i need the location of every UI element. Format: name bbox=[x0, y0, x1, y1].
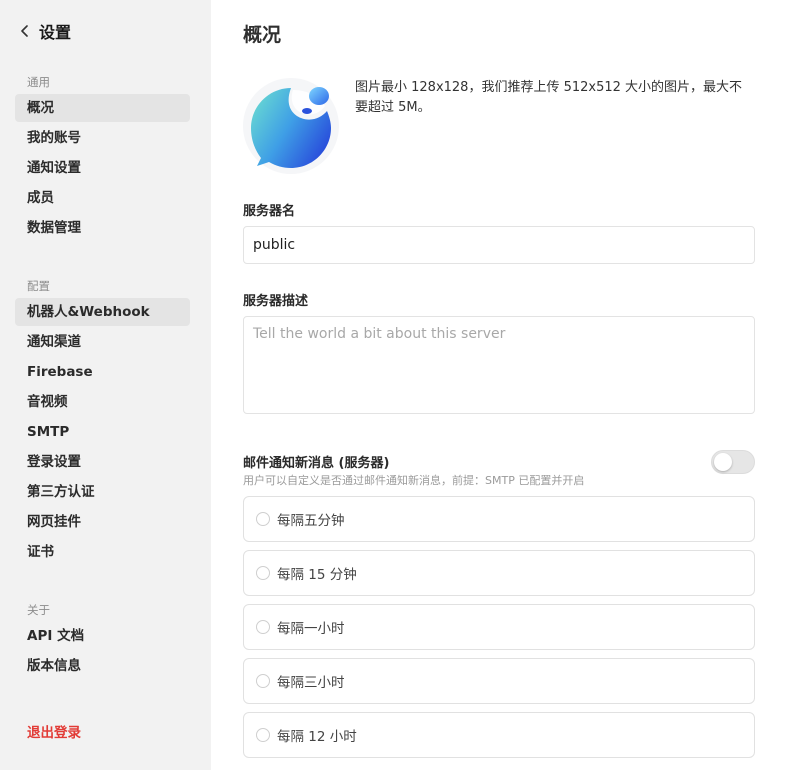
frequency-option-label: 每隔五分钟 bbox=[277, 513, 345, 529]
sidebar-item-bot-webhook[interactable]: 机器人&Webhook bbox=[15, 298, 190, 326]
radio-icon bbox=[256, 566, 270, 580]
server-description-input[interactable] bbox=[243, 316, 755, 414]
sidebar-section-about: 关于 API 文档 版本信息 bbox=[15, 602, 190, 682]
sidebar-item-api-docs[interactable]: API 文档 bbox=[15, 622, 190, 650]
toggle-knob bbox=[714, 453, 732, 471]
frequency-option-label: 每隔 15 分钟 bbox=[277, 567, 357, 583]
sidebar-section-general: 通用 概况 我的账号 通知设置 成员 数据管理 bbox=[15, 74, 190, 244]
sidebar-item-login-settings[interactable]: 登录设置 bbox=[15, 448, 190, 476]
sidebar-item-web-widget[interactable]: 网页挂件 bbox=[15, 508, 190, 536]
frequency-option-3hours[interactable]: 每隔三小时 bbox=[243, 658, 755, 704]
frequency-option-label: 每隔 12 小时 bbox=[277, 729, 357, 745]
page-title: 概况 bbox=[243, 24, 282, 46]
frequency-option-5min[interactable]: 每隔五分钟 bbox=[243, 496, 755, 542]
frequency-option-1hour[interactable]: 每隔一小时 bbox=[243, 604, 755, 650]
frequency-option-12hours[interactable]: 每隔 12 小时 bbox=[243, 712, 755, 758]
server-avatar-upload[interactable] bbox=[243, 78, 339, 174]
sidebar-section-label: 配置 bbox=[27, 279, 50, 293]
sidebar-section-label: 关于 bbox=[27, 603, 50, 617]
email-notify-toggle[interactable] bbox=[711, 450, 755, 474]
sidebar-item-notification-settings[interactable]: 通知设置 bbox=[15, 154, 190, 182]
logout-button[interactable]: 退出登录 bbox=[27, 721, 81, 741]
sidebar-item-certificates[interactable]: 证书 bbox=[15, 538, 190, 566]
sidebar-item-version-info[interactable]: 版本信息 bbox=[15, 652, 190, 680]
avatar-hint-text: 图片最小 128x128，我们推荐上传 512x512 大小的图片，最大不要超过… bbox=[355, 80, 743, 115]
sidebar-item-members[interactable]: 成员 bbox=[15, 184, 190, 212]
sidebar-item-smtp[interactable]: SMTP bbox=[15, 418, 190, 446]
sidebar-section-config: 配置 机器人&Webhook 通知渠道 Firebase 音视频 SMTP 登录… bbox=[15, 278, 190, 568]
frequency-option-label: 每隔三小时 bbox=[277, 675, 345, 691]
radio-icon bbox=[256, 512, 270, 526]
radio-icon bbox=[256, 674, 270, 688]
frequency-option-15min[interactable]: 每隔 15 分钟 bbox=[243, 550, 755, 596]
sidebar-item-overview[interactable]: 概况 bbox=[15, 94, 190, 122]
sidebar-section-label: 通用 bbox=[27, 75, 50, 89]
radio-icon bbox=[256, 728, 270, 742]
sidebar-item-notification-channels[interactable]: 通知渠道 bbox=[15, 328, 190, 356]
sidebar-item-third-party-auth[interactable]: 第三方认证 bbox=[15, 478, 190, 506]
server-name-label: 服务器名 bbox=[243, 204, 296, 219]
server-description-label: 服务器描述 bbox=[243, 294, 309, 309]
radio-icon bbox=[256, 620, 270, 634]
settings-sidebar: 设置 通用 概况 我的账号 通知设置 成员 数据管理 配置 机器人&Webhoo… bbox=[0, 0, 211, 770]
frequency-option-label: 每隔一小时 bbox=[277, 621, 345, 637]
server-name-input[interactable] bbox=[243, 226, 755, 264]
email-notify-description: 用户可以自定义是否通过邮件通知新消息，前提：SMTP 已配置并开启 bbox=[243, 474, 585, 487]
sidebar-item-audio-video[interactable]: 音视频 bbox=[15, 388, 190, 416]
settings-title: 设置 bbox=[39, 23, 72, 42]
sidebar-item-my-account[interactable]: 我的账号 bbox=[15, 124, 190, 152]
sidebar-item-data-management[interactable]: 数据管理 bbox=[15, 214, 190, 242]
back-button[interactable]: 设置 bbox=[16, 18, 71, 44]
server-logo-icon bbox=[251, 87, 331, 168]
sidebar-item-firebase[interactable]: Firebase bbox=[15, 358, 190, 386]
chevron-left-icon bbox=[16, 22, 34, 40]
email-notify-title: 邮件通知新消息 (服务器) bbox=[243, 456, 390, 471]
